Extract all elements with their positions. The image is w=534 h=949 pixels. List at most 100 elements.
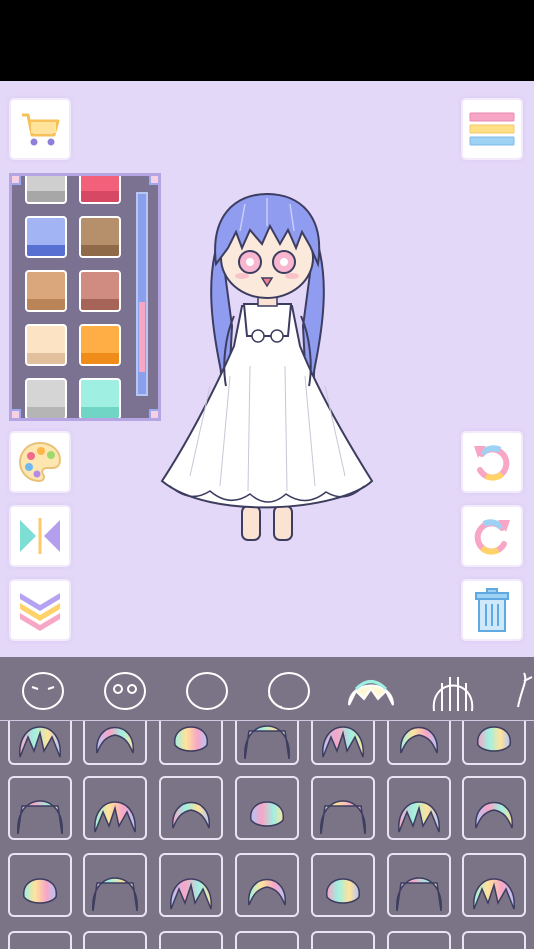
hair-item[interactable] — [311, 776, 375, 840]
hair-item-grid — [0, 721, 534, 949]
color-swatch[interactable] — [25, 324, 67, 366]
hair-style-icon — [172, 801, 210, 829]
head-alt-icon — [268, 672, 310, 710]
hair-style-icon — [396, 877, 442, 911]
hair-style-icon — [23, 878, 57, 904]
color-swatch[interactable] — [79, 216, 121, 258]
hair-item[interactable] — [8, 721, 72, 765]
color-swatch[interactable] — [79, 324, 121, 366]
corner-decoration — [12, 176, 21, 185]
hair-style-icon — [473, 878, 515, 910]
flip-button[interactable] — [11, 507, 69, 565]
delete-button[interactable] — [463, 581, 521, 639]
hair-style-icon — [92, 877, 138, 911]
hair-item[interactable] — [159, 931, 223, 949]
palette-button[interactable] — [11, 433, 69, 491]
hair-style-icon — [89, 937, 141, 949]
hair-item[interactable] — [462, 721, 526, 765]
color-swatch[interactable] — [25, 270, 67, 312]
hair-item[interactable] — [235, 776, 299, 840]
hair-style-icon — [165, 937, 217, 949]
trash-icon — [475, 588, 509, 632]
hair-item[interactable] — [235, 853, 299, 917]
tab-accessory[interactable] — [508, 667, 534, 713]
character-stage — [0, 81, 534, 657]
tab-eyes[interactable] — [100, 667, 150, 713]
color-palette-panel — [9, 173, 161, 421]
hair-item[interactable] — [462, 853, 526, 917]
hair-style-icon — [317, 937, 369, 949]
character-doll — [160, 192, 374, 541]
hair-style-icon — [468, 937, 520, 949]
hair-item[interactable] — [83, 776, 147, 840]
menu-button[interactable] — [463, 100, 521, 158]
hide-panel-button[interactable] — [11, 581, 69, 639]
hair-item[interactable] — [83, 931, 147, 949]
chevron-down-icon — [20, 593, 60, 631]
hair-style-icon — [393, 937, 445, 949]
hair-style-icon — [17, 800, 63, 834]
redo-button[interactable] — [463, 507, 521, 565]
hair-item[interactable] — [462, 931, 526, 949]
hair-item[interactable] — [387, 931, 451, 949]
hair-style-icon — [400, 726, 438, 754]
hair-item[interactable] — [311, 721, 375, 765]
hair-style-icon — [174, 726, 208, 752]
hair-style-icon — [248, 878, 286, 906]
tab-blush[interactable] — [264, 667, 314, 713]
tab-face-shape[interactable] — [18, 667, 68, 713]
hair-style-icon — [326, 878, 360, 904]
hair-item[interactable] — [235, 721, 299, 765]
color-swatch[interactable] — [25, 378, 67, 418]
hair-item[interactable] — [83, 853, 147, 917]
accessory-icon — [517, 672, 533, 708]
undo-button[interactable] — [463, 433, 521, 491]
palette-scroll-thumb[interactable] — [139, 302, 145, 372]
cart-icon — [22, 113, 60, 146]
hair-style-icon — [14, 937, 66, 949]
color-swatch[interactable] — [79, 270, 121, 312]
hair-style-icon — [398, 801, 440, 833]
menu-icon — [469, 112, 515, 146]
hair-item[interactable] — [83, 721, 147, 765]
color-swatch[interactable] — [79, 176, 121, 204]
tab-mouth[interactable] — [182, 667, 232, 713]
redo-icon — [474, 519, 510, 555]
hair-style-icon — [96, 726, 134, 754]
hair-item[interactable] — [8, 776, 72, 840]
hair-style-icon — [250, 801, 284, 827]
hair-item[interactable] — [387, 853, 451, 917]
hair-item[interactable] — [159, 721, 223, 765]
color-swatch[interactable] — [79, 378, 121, 418]
hair-style-icon — [322, 726, 364, 758]
hair-item[interactable] — [311, 853, 375, 917]
palette-icon — [18, 441, 62, 483]
hair-item[interactable] — [159, 776, 223, 840]
corner-decoration — [149, 176, 158, 185]
hair-item[interactable] — [8, 931, 72, 949]
shop-button[interactable] — [11, 100, 69, 158]
hair-item[interactable] — [387, 721, 451, 765]
hair-style-icon — [475, 801, 513, 829]
hair-item[interactable] — [8, 853, 72, 917]
hair-item[interactable] — [159, 853, 223, 917]
status-bar — [0, 0, 534, 81]
hair-item[interactable] — [311, 931, 375, 949]
hair-item[interactable] — [462, 776, 526, 840]
corner-decoration — [12, 409, 21, 418]
hair-style-icon — [477, 726, 511, 752]
hair-style-icon — [19, 726, 61, 758]
hair-style-icon — [241, 937, 293, 949]
tab-bangs[interactable] — [346, 667, 396, 713]
hair-style-icon — [170, 878, 212, 910]
hair-item[interactable] — [235, 931, 299, 949]
hair-item[interactable] — [387, 776, 451, 840]
color-swatch[interactable] — [25, 176, 67, 204]
palette-scrollbar[interactable] — [136, 192, 148, 396]
hair-style-icon — [244, 725, 290, 759]
color-swatch[interactable] — [25, 216, 67, 258]
bangs-icon — [348, 680, 394, 706]
hair-style-icon — [94, 801, 136, 833]
tab-hair[interactable] — [428, 667, 478, 713]
hair-icon — [432, 677, 474, 712]
